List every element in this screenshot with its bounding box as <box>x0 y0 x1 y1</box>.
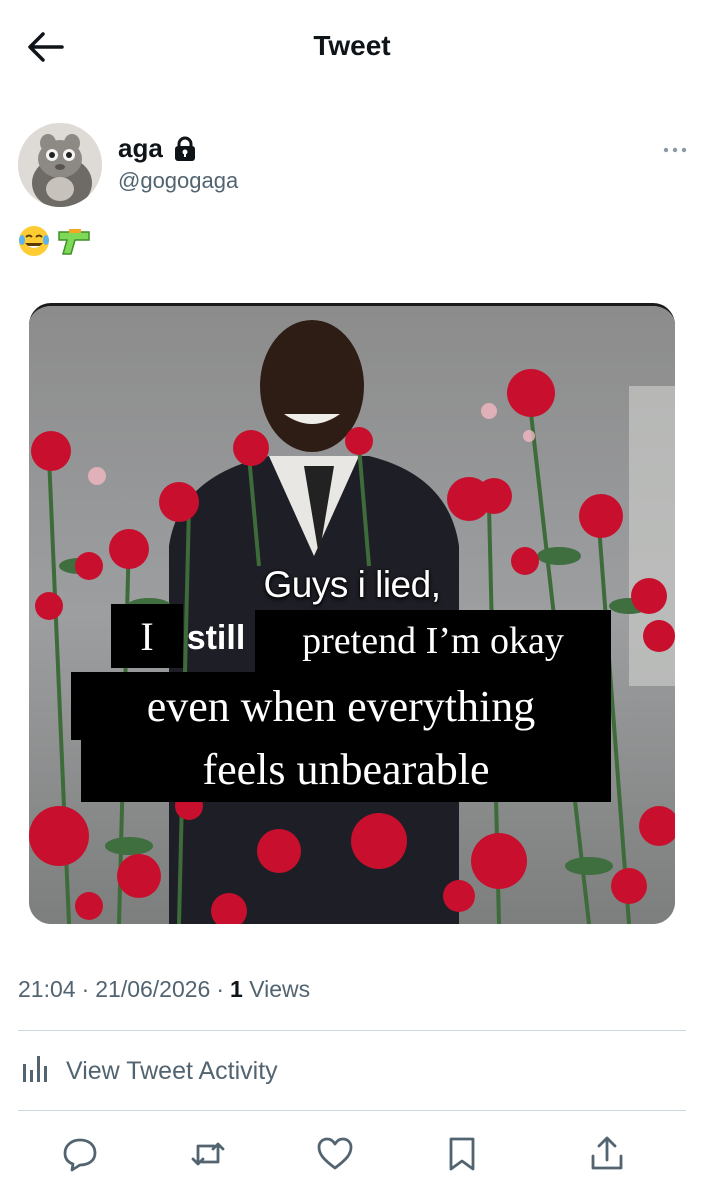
more-options-icon[interactable] <box>662 140 688 160</box>
caption-line-1: Guys i lied, <box>263 564 441 605</box>
views-label: Views <box>249 976 311 1002</box>
caption-line-3: even when everything <box>71 672 611 740</box>
laughing-emoji <box>17 224 51 268</box>
author-handle[interactable]: @gogogaga <box>118 168 238 194</box>
like-icon[interactable] <box>315 1134 355 1174</box>
author-row: aga <box>118 133 197 164</box>
analytics-icon <box>20 1052 52 1091</box>
author-name[interactable]: aga <box>118 133 163 164</box>
caption-word-i: I <box>111 604 183 668</box>
views-count: 1 <box>230 976 243 1002</box>
caption-line-4: feels unbearable <box>81 736 611 802</box>
lock-icon <box>173 136 197 162</box>
tweet-time[interactable]: 21:04 <box>18 976 76 1003</box>
share-icon[interactable] <box>587 1134 627 1174</box>
meta-separator: · <box>216 976 225 1002</box>
reply-icon[interactable] <box>60 1134 100 1174</box>
top-bar: Tweet <box>0 0 704 96</box>
tweet-text <box>17 224 93 268</box>
views-count-group: 1 Views <box>230 976 310 1003</box>
divider <box>18 1030 686 1031</box>
avatar[interactable] <box>18 123 102 207</box>
view-tweet-activity-button[interactable]: View Tweet Activity <box>20 1052 278 1091</box>
tweet-meta: 21:04 · 21/06/2026 · 1 Views <box>18 976 310 1003</box>
view-tweet-activity-label: View Tweet Activity <box>66 1057 278 1085</box>
bookmark-icon[interactable] <box>442 1134 482 1174</box>
tweet-media-image[interactable]: Guys i lied, I still pretend I’m okay ev… <box>29 303 675 924</box>
divider <box>18 1110 686 1111</box>
water-pistol-emoji <box>55 224 93 268</box>
page-title: Tweet <box>313 30 391 61</box>
retweet-icon[interactable] <box>188 1134 228 1174</box>
tweet-date[interactable]: 21/06/2026 <box>95 976 210 1003</box>
action-bar <box>0 1134 704 1174</box>
caption-line-2: pretend I’m okay <box>255 610 611 672</box>
meta-separator: · <box>81 976 90 1002</box>
caption-word-still: still <box>186 618 246 657</box>
